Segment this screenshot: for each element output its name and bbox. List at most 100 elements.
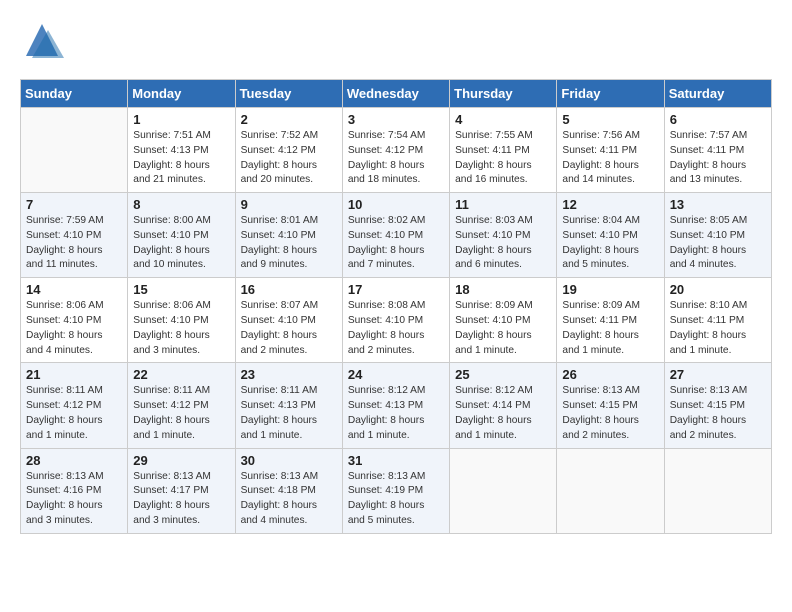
cell-info: Sunrise: 8:03 AMSunset: 4:10 PMDaylight:… xyxy=(455,214,551,273)
page: SundayMondayTuesdayWednesdayThursdayFrid… xyxy=(0,0,792,612)
calendar-header-row: SundayMondayTuesdayWednesdayThursdayFrid… xyxy=(21,80,772,108)
calendar-cell: 1Sunrise: 7:51 AMSunset: 4:13 PMDaylight… xyxy=(128,108,235,193)
cell-info: Sunrise: 8:13 AMSunset: 4:19 PMDaylight:… xyxy=(348,470,444,529)
day-number: 9 xyxy=(241,197,337,212)
cell-info: Sunrise: 8:01 AMSunset: 4:10 PMDaylight:… xyxy=(241,214,337,273)
calendar-cell: 25 Sunrise: 8:12 AMSunset: 4:14 PMDayligh… xyxy=(450,363,557,448)
calendar-week-row: 28Sunrise: 8:13 AMSunset: 4:16 PMDayligh… xyxy=(21,448,772,533)
calendar-cell: 9 Sunrise: 8:01 AMSunset: 4:10 PMDaylight… xyxy=(235,193,342,278)
cell-info: Sunrise: 8:10 AMSunset: 4:11 PMDaylight:… xyxy=(670,299,766,358)
cell-info: Sunrise: 8:12 AMSunset: 4:13 PMDaylight:… xyxy=(348,384,444,443)
cell-info: Sunrise: 8:06 AMSunset: 4:10 PMDaylight:… xyxy=(133,299,229,358)
cell-info: Sunrise: 8:08 AMSunset: 4:10 PMDaylight:… xyxy=(348,299,444,358)
cell-info: Sunrise: 7:55 AMSunset: 4:11 PMDaylight:… xyxy=(455,129,551,188)
calendar-cell: 29 Sunrise: 8:13 AMSunset: 4:17 PMDayligh… xyxy=(128,448,235,533)
calendar-cell xyxy=(664,448,771,533)
calendar-cell: 4 Sunrise: 7:55 AMSunset: 4:11 PMDaylight… xyxy=(450,108,557,193)
cell-info: Sunrise: 7:56 AMSunset: 4:11 PMDaylight:… xyxy=(562,129,658,188)
day-number: 4 xyxy=(455,112,551,127)
calendar-cell: 14 Sunrise: 8:06 AMSunset: 4:10 PMDayligh… xyxy=(21,278,128,363)
day-number: 10 xyxy=(348,197,444,212)
calendar-cell xyxy=(450,448,557,533)
day-number: 6 xyxy=(670,112,766,127)
calendar-week-row: 1Sunrise: 7:51 AMSunset: 4:13 PMDaylight… xyxy=(21,108,772,193)
day-number: 1 xyxy=(133,112,229,127)
calendar-cell: 8 Sunrise: 8:00 AMSunset: 4:10 PMDaylight… xyxy=(128,193,235,278)
cell-info: Sunrise: 8:06 AMSunset: 4:10 PMDaylight:… xyxy=(26,299,122,358)
day-number: 11 xyxy=(455,197,551,212)
calendar-cell: 15 Sunrise: 8:06 AMSunset: 4:10 PMDayligh… xyxy=(128,278,235,363)
calendar-cell: 20 Sunrise: 8:10 AMSunset: 4:11 PMDayligh… xyxy=(664,278,771,363)
day-number: 2 xyxy=(241,112,337,127)
day-number: 3 xyxy=(348,112,444,127)
cell-info: Sunrise: 8:07 AMSunset: 4:10 PMDaylight:… xyxy=(241,299,337,358)
calendar-cell: 6 Sunrise: 7:57 AMSunset: 4:11 PMDaylight… xyxy=(664,108,771,193)
calendar-cell: 12Sunrise: 8:04 AMSunset: 4:10 PMDayligh… xyxy=(557,193,664,278)
day-number: 23 xyxy=(241,367,337,382)
day-number: 25 xyxy=(455,367,551,382)
day-number: 5 xyxy=(562,112,658,127)
calendar-cell xyxy=(21,108,128,193)
day-number: 15 xyxy=(133,282,229,297)
calendar-cell: 22 Sunrise: 8:11 AMSunset: 4:12 PMDayligh… xyxy=(128,363,235,448)
cell-info: Sunrise: 8:13 AMSunset: 4:17 PMDaylight:… xyxy=(133,470,229,529)
weekday-header-tuesday: Tuesday xyxy=(235,80,342,108)
day-number: 14 xyxy=(26,282,122,297)
cell-info: Sunrise: 8:11 AMSunset: 4:12 PMDaylight:… xyxy=(26,384,122,443)
day-number: 24 xyxy=(348,367,444,382)
calendar-cell: 2Sunrise: 7:52 AMSunset: 4:12 PMDaylight… xyxy=(235,108,342,193)
calendar-cell: 11 Sunrise: 8:03 AMSunset: 4:10 PMDayligh… xyxy=(450,193,557,278)
day-number: 17 xyxy=(348,282,444,297)
weekday-header-sunday: Sunday xyxy=(21,80,128,108)
day-number: 30 xyxy=(241,453,337,468)
calendar-cell: 24 Sunrise: 8:12 AMSunset: 4:13 PMDayligh… xyxy=(342,363,449,448)
weekday-header-wednesday: Wednesday xyxy=(342,80,449,108)
day-number: 16 xyxy=(241,282,337,297)
day-number: 20 xyxy=(670,282,766,297)
calendar-cell: 13 Sunrise: 8:05 AMSunset: 4:10 PMDayligh… xyxy=(664,193,771,278)
calendar-cell xyxy=(557,448,664,533)
day-number: 7 xyxy=(26,197,122,212)
calendar-cell: 10 Sunrise: 8:02 AMSunset: 4:10 PMDayligh… xyxy=(342,193,449,278)
day-number: 19 xyxy=(562,282,658,297)
cell-info: Sunrise: 8:09 AMSunset: 4:10 PMDaylight:… xyxy=(455,299,551,358)
calendar-cell: 31 Sunrise: 8:13 AMSunset: 4:19 PMDayligh… xyxy=(342,448,449,533)
day-number: 12 xyxy=(562,197,658,212)
cell-info: Sunrise: 8:13 AMSunset: 4:15 PMDaylight:… xyxy=(670,384,766,443)
day-number: 13 xyxy=(670,197,766,212)
calendar-cell: 5 Sunrise: 7:56 AMSunset: 4:11 PMDaylight… xyxy=(557,108,664,193)
day-number: 27 xyxy=(670,367,766,382)
calendar-cell: 26Sunrise: 8:13 AMSunset: 4:15 PMDayligh… xyxy=(557,363,664,448)
weekday-header-saturday: Saturday xyxy=(664,80,771,108)
cell-info: Sunrise: 8:09 AMSunset: 4:11 PMDaylight:… xyxy=(562,299,658,358)
day-number: 21 xyxy=(26,367,122,382)
day-number: 18 xyxy=(455,282,551,297)
calendar-week-row: 21 Sunrise: 8:11 AMSunset: 4:12 PMDayligh… xyxy=(21,363,772,448)
calendar-cell: 3Sunrise: 7:54 AMSunset: 4:12 PMDaylight… xyxy=(342,108,449,193)
cell-info: Sunrise: 8:05 AMSunset: 4:10 PMDaylight:… xyxy=(670,214,766,273)
day-number: 22 xyxy=(133,367,229,382)
weekday-header-friday: Friday xyxy=(557,80,664,108)
calendar-cell: 16 Sunrise: 8:07 AMSunset: 4:10 PMDayligh… xyxy=(235,278,342,363)
calendar-cell: 27 Sunrise: 8:13 AMSunset: 4:15 PMDayligh… xyxy=(664,363,771,448)
cell-info: Sunrise: 8:12 AMSunset: 4:14 PMDaylight:… xyxy=(455,384,551,443)
calendar-table: SundayMondayTuesdayWednesdayThursdayFrid… xyxy=(20,79,772,534)
calendar-cell: 23 Sunrise: 8:11 AMSunset: 4:13 PMDayligh… xyxy=(235,363,342,448)
calendar-cell: 30Sunrise: 8:13 AMSunset: 4:18 PMDayligh… xyxy=(235,448,342,533)
day-number: 29 xyxy=(133,453,229,468)
calendar-cell: 17 Sunrise: 8:08 AMSunset: 4:10 PMDayligh… xyxy=(342,278,449,363)
calendar-cell: 28Sunrise: 8:13 AMSunset: 4:16 PMDayligh… xyxy=(21,448,128,533)
cell-info: Sunrise: 8:11 AMSunset: 4:12 PMDaylight:… xyxy=(133,384,229,443)
weekday-header-monday: Monday xyxy=(128,80,235,108)
cell-info: Sunrise: 8:02 AMSunset: 4:10 PMDaylight:… xyxy=(348,214,444,273)
cell-info: Sunrise: 8:11 AMSunset: 4:13 PMDaylight:… xyxy=(241,384,337,443)
logo-icon xyxy=(20,20,64,64)
cell-info: Sunrise: 8:00 AMSunset: 4:10 PMDaylight:… xyxy=(133,214,229,273)
day-number: 8 xyxy=(133,197,229,212)
calendar-cell: 18 Sunrise: 8:09 AMSunset: 4:10 PMDayligh… xyxy=(450,278,557,363)
logo xyxy=(20,20,70,69)
calendar-cell: 7Sunrise: 7:59 AMSunset: 4:10 PMDaylight… xyxy=(21,193,128,278)
cell-info: Sunrise: 7:57 AMSunset: 4:11 PMDaylight:… xyxy=(670,129,766,188)
day-number: 31 xyxy=(348,453,444,468)
calendar-week-row: 14 Sunrise: 8:06 AMSunset: 4:10 PMDayligh… xyxy=(21,278,772,363)
